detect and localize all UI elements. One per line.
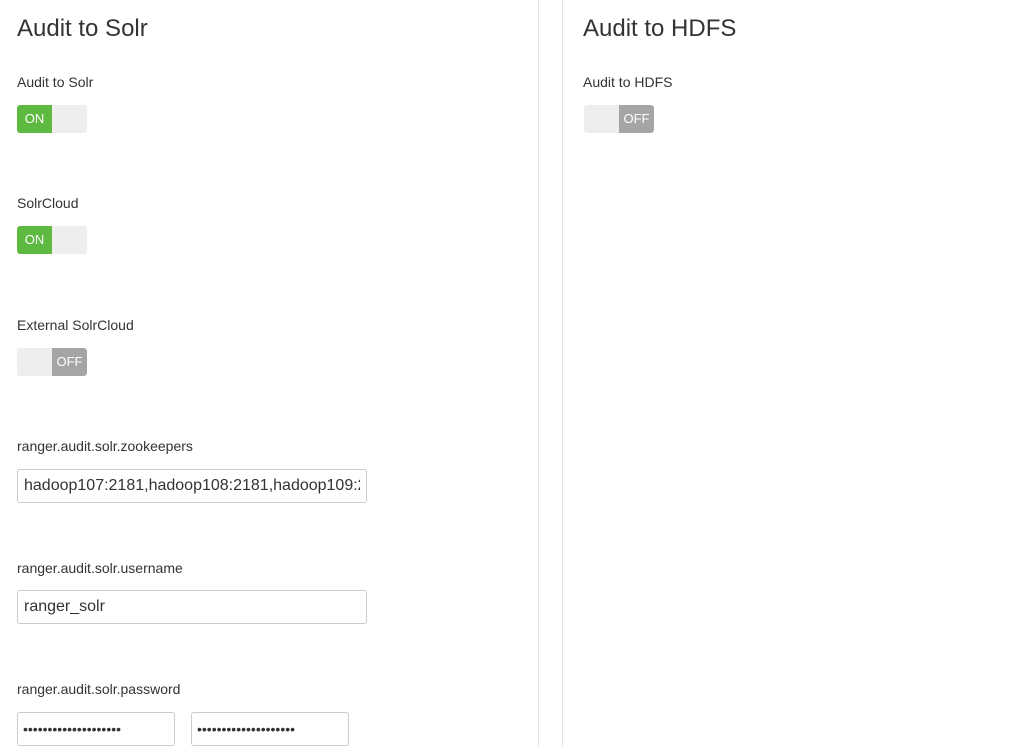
zookeepers-input[interactable] — [17, 469, 367, 503]
audit-to-solr-toggle[interactable]: ON — [17, 105, 87, 133]
audit-to-solr-toggle-state: ON — [17, 105, 52, 133]
username-input[interactable] — [17, 590, 367, 624]
solrcloud-toggle[interactable]: ON — [17, 226, 87, 254]
password-confirm-input[interactable] — [191, 712, 349, 746]
password-input[interactable] — [17, 712, 175, 746]
external-solrcloud-toggle[interactable]: OFF — [17, 348, 87, 376]
external-solrcloud-toggle-state: OFF — [52, 348, 87, 376]
audit-to-hdfs-panel: Audit to HDFS Audit to HDFS OFF — [562, 0, 1024, 746]
audit-to-hdfs-label: Audit to HDFS — [583, 74, 673, 90]
audit-to-hdfs-toggle[interactable]: OFF — [584, 105, 654, 133]
audit-to-hdfs-section-title: Audit to HDFS — [583, 15, 737, 42]
audit-to-solr-label: Audit to Solr — [17, 74, 94, 90]
solrcloud-label: SolrCloud — [17, 195, 79, 211]
zookeepers-label: ranger.audit.solr.zookeepers — [17, 438, 193, 454]
panel-divider-left — [538, 0, 539, 746]
external-solrcloud-label: External SolrCloud — [17, 317, 134, 333]
ranger-audit-config-page: Audit to Solr Audit to Solr ON SolrCloud… — [0, 0, 1024, 746]
password-label: ranger.audit.solr.password — [17, 681, 181, 697]
audit-to-hdfs-toggle-state: OFF — [619, 105, 654, 133]
audit-to-solr-panel: Audit to Solr Audit to Solr ON SolrCloud… — [0, 0, 538, 746]
audit-to-solr-section-title: Audit to Solr — [17, 15, 148, 42]
solrcloud-toggle-state: ON — [17, 226, 52, 254]
username-label: ranger.audit.solr.username — [17, 560, 183, 576]
